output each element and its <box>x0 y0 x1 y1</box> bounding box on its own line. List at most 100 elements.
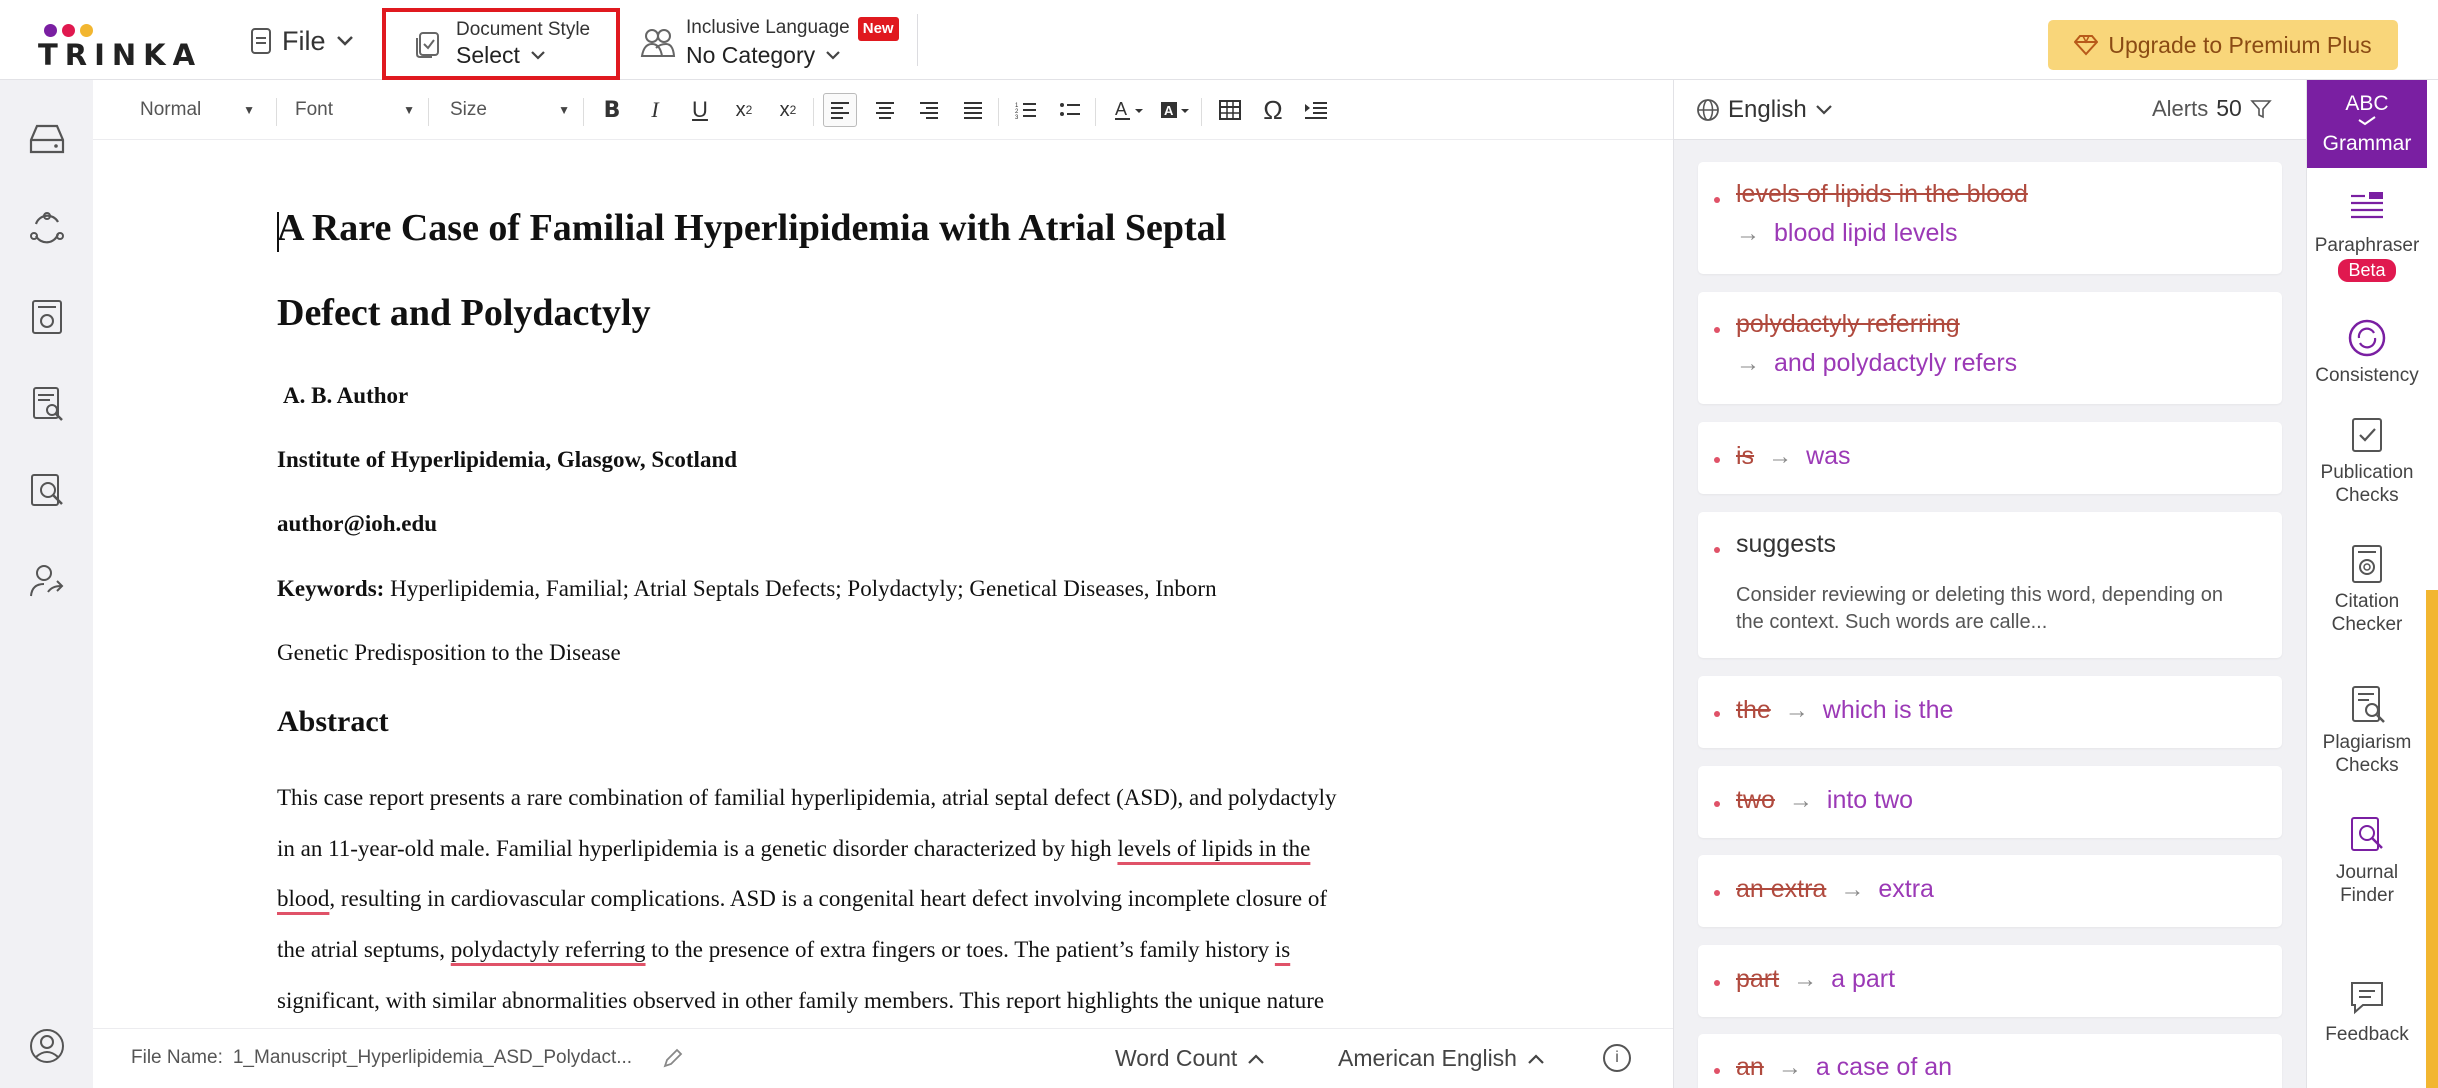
feedback-icon <box>2351 982 2383 1015</box>
consistency-tab[interactable]: Consistency <box>2307 318 2427 387</box>
suggestion-card[interactable]: levels of lipids in the blood → blood lip… <box>1698 162 2282 274</box>
file-menu[interactable]: File <box>250 24 354 58</box>
keywords-line-2: Genetic Predisposition to the Disease <box>277 640 621 665</box>
flagged-phrase[interactable]: is <box>1275 937 1290 962</box>
alerts-count[interactable]: Alerts 50 <box>2152 95 2272 122</box>
keywords-label: Keywords: <box>277 576 385 601</box>
align-center-icon <box>876 102 894 119</box>
justify-icon <box>964 102 982 119</box>
suggested-text[interactable]: a part <box>1831 965 1895 994</box>
superscript-button[interactable]: x2 <box>771 93 805 127</box>
user-share-icon[interactable] <box>28 562 66 600</box>
author-name: A. B. Author <box>283 383 409 408</box>
bold-button[interactable]: B <box>595 93 629 127</box>
plagiarism-checks-tab[interactable]: Plagiarism Checks <box>2307 685 2427 777</box>
paraphraser-tab[interactable]: Paraphraser Beta <box>2307 188 2427 282</box>
citation-checker-tab[interactable]: Citation Checker <box>2307 544 2427 636</box>
suggestion-card[interactable]: polydactyly referring → and polydactyly r… <box>1698 292 2282 404</box>
align-center-button[interactable] <box>868 93 902 127</box>
language-dropdown[interactable]: English <box>1696 96 1833 124</box>
citation-certificate-icon[interactable] <box>28 298 66 336</box>
word-count-label: Word Count <box>1115 1045 1238 1071</box>
flagged-phrase[interactable]: blood <box>277 886 329 911</box>
bullet-list-button[interactable] <box>1053 93 1087 127</box>
arrow-right-icon: → <box>1788 786 1813 814</box>
highlight-button[interactable]: A <box>1155 93 1195 127</box>
upgrade-button[interactable]: Upgrade to Premium Plus <box>2048 20 2398 70</box>
suggestion-card[interactable]: an → a case of an <box>1698 1034 2282 1088</box>
filter-icon <box>2250 99 2272 118</box>
suggested-text[interactable]: extra <box>1878 875 1934 904</box>
subscript-button[interactable]: x2 <box>727 93 761 127</box>
bullet-icon <box>1714 327 1720 333</box>
journal-finder-label-2: Finder <box>2340 885 2394 906</box>
arrow-right-icon: → <box>1736 219 1760 247</box>
status-bar: File Name: 1_Manuscript_Hyperlipidemia_A… <box>93 1028 1673 1088</box>
suggested-text[interactable]: a case of an <box>1816 1053 1952 1082</box>
info-icon[interactable]: i <box>1603 1044 1631 1072</box>
journal-finder-icon[interactable] <box>28 472 66 510</box>
document-icon <box>251 28 271 54</box>
inclusive-language-dropdown[interactable]: Inclusive Language New No Category <box>640 14 899 72</box>
divider <box>998 98 999 126</box>
bullet-icon <box>1714 197 1720 203</box>
original-text: part <box>1736 965 1780 993</box>
journal-finder-icon <box>2351 817 2383 851</box>
trinka-logo[interactable]: TRINKA <box>38 20 198 72</box>
suggested-text[interactable]: which is the <box>1823 696 1954 725</box>
feedback-tab[interactable]: Feedback <box>2307 977 2427 1046</box>
citation-checker-label-2: Checker <box>2331 614 2403 635</box>
suggestion-card[interactable]: two → into two <box>1698 766 2282 838</box>
caret-down-icon: ▼ <box>403 103 415 117</box>
align-right-button[interactable] <box>912 93 946 127</box>
flagged-phrase[interactable]: polydactyly referring <box>451 937 646 962</box>
size-select[interactable]: Size ▼ <box>450 96 570 124</box>
align-left-button[interactable] <box>823 93 857 127</box>
suggested-text[interactable]: and polydactyly refers <box>1774 349 2017 378</box>
text-color-button[interactable]: A <box>1109 93 1149 127</box>
drive-icon[interactable] <box>28 120 66 158</box>
italic-button[interactable]: I <box>638 93 672 127</box>
suggestion-card[interactable]: suggests Consider reviewing or deleting … <box>1698 512 2282 658</box>
ordered-list-button[interactable]: 123 <box>1009 93 1043 127</box>
arrow-right-icon: → <box>1736 349 1760 377</box>
paragraph-style-select[interactable]: Normal ▼ <box>140 96 255 124</box>
suggested-text[interactable]: into two <box>1827 786 1913 815</box>
word-count-toggle[interactable]: Word Count <box>1115 1045 1265 1072</box>
pencil-icon[interactable] <box>662 1047 684 1069</box>
grammar-tab[interactable]: ABC Grammar <box>2307 80 2427 168</box>
suggestion-card[interactable]: is → was <box>1698 422 2282 494</box>
suggested-text[interactable]: blood lipid levels <box>1774 219 1957 248</box>
document-editor[interactable]: A Rare Case of Familial Hyperlipidemia w… <box>93 140 1673 1028</box>
original-text: two <box>1736 786 1775 814</box>
body-text: in an 11-year-old male. Familial hyperli… <box>277 836 1118 861</box>
underline-button[interactable]: U <box>683 93 717 127</box>
suggestion-card[interactable]: part → a part <box>1698 945 2282 1017</box>
font-select[interactable]: Font ▼ <box>295 96 415 124</box>
author-email: author@ioh.edu <box>277 511 438 536</box>
original-text: the <box>1736 696 1771 724</box>
table-button[interactable] <box>1213 93 1247 127</box>
special-character-button[interactable]: Ω <box>1256 93 1290 127</box>
divider <box>1201 98 1202 126</box>
flagged-phrase[interactable]: levels of lipids in the <box>1117 836 1310 861</box>
suggestion-description: Consider reviewing or deleting this word… <box>1736 584 2223 633</box>
arrow-right-icon: → <box>1840 875 1865 903</box>
suggestion-card[interactable]: an extra → extra <box>1698 855 2282 927</box>
suggestion-card[interactable]: the → which is the <box>1698 676 2282 748</box>
caret-down-icon: ▼ <box>243 103 255 117</box>
document-language-toggle[interactable]: American English <box>1338 1045 1545 1072</box>
svg-text:A: A <box>1164 103 1174 118</box>
original-text: polydactyly referring <box>1736 310 1960 338</box>
sync-icon[interactable] <box>28 210 66 248</box>
publication-checks-tab[interactable]: Publication Checks <box>2307 415 2427 507</box>
account-icon[interactable] <box>28 1027 66 1065</box>
svg-text:A: A <box>1115 99 1127 119</box>
justify-button[interactable] <box>956 93 990 127</box>
bullet-icon <box>1714 980 1720 986</box>
journal-finder-tab[interactable]: Journal Finder <box>2307 815 2427 907</box>
suggested-text[interactable]: was <box>1806 442 1850 471</box>
plagiarism-check-icon[interactable] <box>28 385 66 423</box>
document-style-dropdown[interactable]: Document Style Select <box>382 8 620 80</box>
indent-button[interactable] <box>1299 93 1333 127</box>
